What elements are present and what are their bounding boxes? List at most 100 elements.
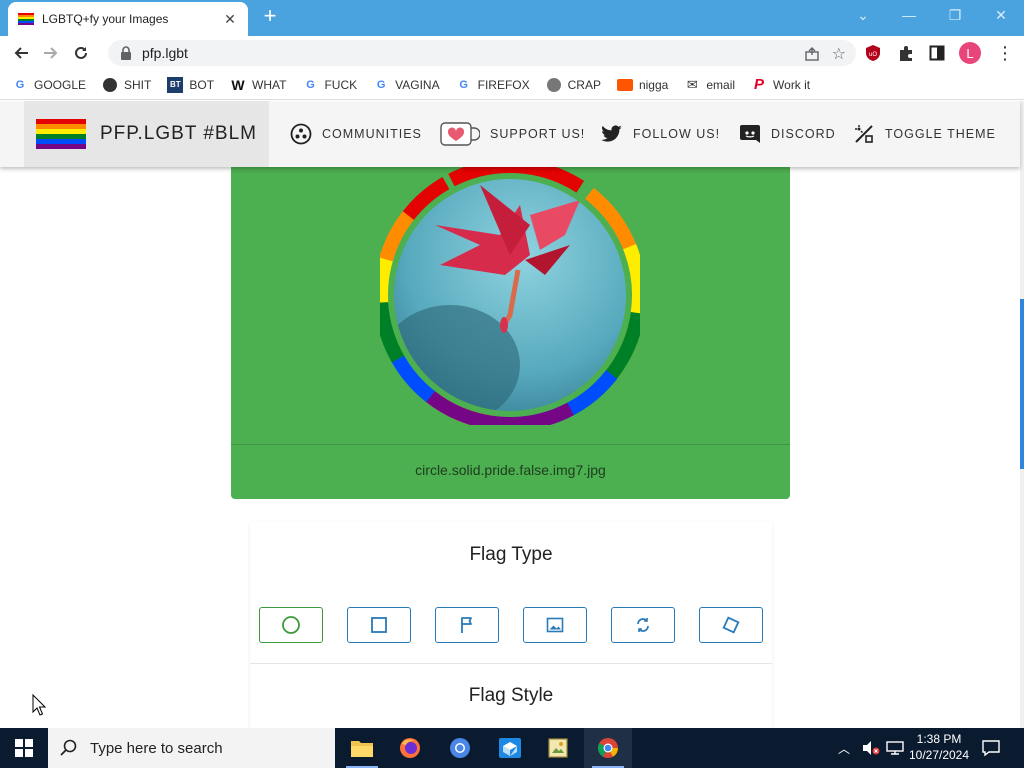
browser-titlebar: LGBTQ+fy your Images ✕ + ⌄ — ❐ ✕: [0, 0, 1024, 36]
address-bar[interactable]: pfp.lgbt ☆: [108, 40, 856, 66]
flag-style-heading: Flag Style: [468, 685, 554, 706]
flag-type-flag-button[interactable]: [435, 607, 499, 643]
minimize-button[interactable]: —: [886, 4, 932, 28]
flag-options-card: Flag Type Flag Style: [250, 522, 772, 728]
web-page: PFP.LGBT #BLM COMMUNITIES SUPPORT US! FO…: [0, 101, 1024, 728]
preview-card: circle.solid.pride.false.img7.jpg: [231, 161, 790, 499]
chrome-app[interactable]: [584, 728, 632, 768]
site-header: PFP.LGBT #BLM COMMUNITIES SUPPORT US! FO…: [0, 101, 1020, 167]
flag-type-square-button[interactable]: [347, 607, 411, 643]
start-button[interactable]: [0, 728, 48, 768]
bookmark-item[interactable]: G GOOGLE: [12, 77, 86, 93]
mail-icon: ✉: [686, 76, 698, 92]
flag-type-rotate-button[interactable]: [611, 607, 675, 643]
preview-divider: [231, 444, 790, 445]
tab-search-chevron-icon[interactable]: ⌄: [840, 4, 886, 28]
notifications-icon[interactable]: [982, 728, 1000, 768]
url-text: pfp.lgbt: [142, 45, 188, 61]
communities-icon: [290, 123, 312, 145]
tab-favicon-pride-flag-icon: [18, 13, 34, 25]
bookmark-item[interactable]: G FUCK: [302, 77, 357, 93]
bookmark-label: nigga: [638, 77, 669, 92]
flag-type-circle-button[interactable]: [259, 607, 323, 643]
nav-support[interactable]: SUPPORT US!: [440, 101, 585, 167]
taskbar-clock[interactable]: 1:38 PM 10/27/2024: [906, 731, 972, 763]
tab-close-icon[interactable]: ✕: [222, 11, 238, 27]
bookmark-item[interactable]: G FIREFOX: [456, 77, 529, 93]
bookmark-item[interactable]: CRAP: [546, 77, 601, 93]
profile-initial: L: [959, 42, 981, 64]
flag-type-image-button[interactable]: [523, 607, 587, 643]
store-app[interactable]: [486, 728, 534, 768]
site-icon: [102, 77, 118, 93]
pride-flag-logo-icon: [36, 119, 86, 149]
bookmark-item[interactable]: nigga: [616, 77, 669, 93]
chrome-icon: [597, 738, 619, 758]
w-icon: W: [231, 76, 245, 93]
reload-button[interactable]: [66, 38, 96, 68]
profile-avatar[interactable]: L: [959, 40, 981, 66]
pride-profile-preview: [380, 165, 640, 425]
menu-kebab-icon[interactable]: ⋮: [996, 40, 1014, 66]
bookmark-star-icon[interactable]: ☆: [832, 44, 846, 64]
site-brand[interactable]: PFP.LGBT #BLM: [24, 101, 269, 167]
theme-icon: [855, 125, 873, 143]
ublock-icon[interactable]: uO: [864, 40, 882, 66]
discord-icon: [740, 125, 760, 143]
tab-title: LGBTQ+fy your Images: [42, 12, 169, 26]
search-icon: [60, 739, 77, 756]
nav-toggle-theme[interactable]: TOGGLE THEME: [853, 101, 996, 167]
show-hidden-icons-chevron-icon[interactable]: ︿: [838, 728, 850, 768]
google-icon: G: [376, 78, 386, 91]
bookmark-item[interactable]: SHIT: [102, 77, 151, 93]
bookmark-label: VAGINA: [395, 77, 440, 92]
pinterest-icon: P: [754, 76, 765, 93]
side-panel-icon[interactable]: [929, 40, 945, 66]
nav-label: COMMUNITIES: [322, 127, 422, 141]
kofi-heart-icon: [440, 122, 480, 146]
clock-time: 1:38 PM: [916, 732, 962, 746]
flag-type-heading: Flag Type: [469, 544, 553, 565]
paint-app[interactable]: [534, 728, 582, 768]
volume-muted-icon[interactable]: [862, 728, 880, 768]
google-icon: G: [306, 78, 315, 91]
close-window-button[interactable]: ✕: [978, 4, 1024, 28]
rotate-icon: [637, 618, 649, 632]
image-icon: [546, 617, 564, 633]
bookmark-label: FUCK: [324, 77, 358, 92]
forward-button[interactable]: [36, 38, 66, 68]
square-icon: [371, 617, 387, 633]
restore-button[interactable]: ❐: [932, 4, 978, 28]
nav-label: FOLLOW US!: [633, 127, 721, 141]
bookmark-item[interactable]: ✉ email: [684, 77, 735, 93]
bookmark-item[interactable]: BT BOT: [167, 76, 214, 93]
firefox-icon: [400, 738, 420, 758]
svg-text:uO: uO: [869, 52, 877, 58]
chromium-app[interactable]: [436, 728, 484, 768]
nav-label: TOGGLE THEME: [885, 127, 996, 141]
page-scrollbar[interactable]: [1020, 101, 1024, 728]
taskbar-search-box[interactable]: Type here to search: [48, 728, 335, 768]
taskbar-search-placeholder: Type here to search: [90, 739, 223, 757]
nav-communities[interactable]: COMMUNITIES: [290, 101, 422, 167]
share-icon[interactable]: [804, 46, 820, 62]
flag-type-diamond-button[interactable]: [699, 607, 763, 643]
extensions-puzzle-icon[interactable]: [897, 40, 915, 66]
nav-discord[interactable]: DISCORD: [739, 101, 836, 167]
file-explorer-app[interactable]: [338, 728, 386, 768]
bookmark-item[interactable]: W WHAT: [230, 77, 286, 93]
bookmarks-bar: G GOOGLE SHIT BT BOT W WHAT G FUCK G VAGINA G…: [0, 70, 1024, 100]
browser-tab[interactable]: LGBTQ+fy your Images ✕: [8, 2, 248, 36]
folder-icon: [351, 741, 373, 757]
bookmark-item[interactable]: P Work it: [751, 76, 810, 93]
bookmark-label: email: [706, 77, 736, 92]
bookmark-item[interactable]: G VAGINA: [373, 77, 440, 93]
new-tab-button[interactable]: +: [258, 5, 282, 29]
back-button[interactable]: [6, 38, 36, 68]
network-icon[interactable]: [886, 728, 904, 768]
firefox-app[interactable]: [386, 728, 434, 768]
lock-icon: [121, 46, 131, 60]
nav-follow[interactable]: FOLLOW US!: [601, 101, 720, 167]
image-editor-icon: [548, 738, 568, 758]
scrollbar-thumb[interactable]: [1020, 299, 1024, 469]
